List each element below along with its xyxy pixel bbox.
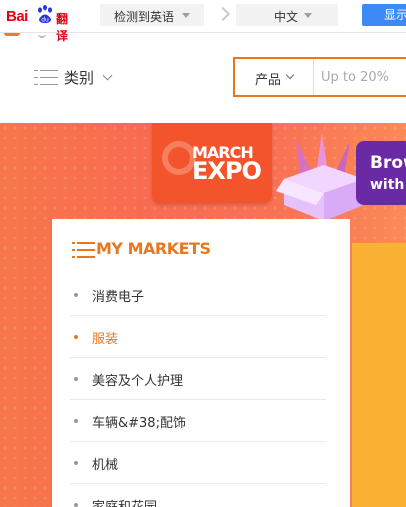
logo-du-text: du: [41, 17, 49, 24]
search-bar: 产品: [233, 57, 406, 97]
market-item-label: 机械: [92, 458, 119, 473]
source-language-select[interactable]: 检测到英语: [100, 4, 204, 26]
market-item-label: 车辆&#38;配饰: [92, 416, 186, 431]
market-item-consumer-electronics[interactable]: 消费电子: [70, 274, 326, 316]
market-item-machinery[interactable]: 机械: [70, 442, 326, 484]
search-divider: [313, 59, 314, 95]
market-item-label: 消费电子: [92, 290, 145, 305]
menu-icon: [34, 70, 58, 86]
bullet-icon: [74, 377, 78, 381]
baidu-paw-icon: du: [38, 5, 52, 24]
caret-down-icon: [182, 13, 190, 18]
bullet-icon: [74, 419, 78, 423]
market-item-label: 服装: [92, 332, 119, 347]
caret-down-icon: [304, 13, 312, 18]
expo-line2: EXPO: [192, 157, 262, 185]
my-markets-panel: MY MARKETS 消费电子 服装 美容及个人护理 车辆&#38;配饰 机械: [52, 219, 350, 507]
bullet-icon: [74, 503, 78, 507]
bullet-icon: [74, 461, 78, 465]
market-item-label: 家庭和花园: [92, 496, 157, 507]
swap-arrow-icon[interactable]: [215, 6, 231, 22]
chevron-down-icon: [102, 70, 113, 81]
my-markets-title: MY MARKETS: [96, 239, 211, 258]
search-type-select[interactable]: 产品: [255, 69, 281, 88]
hero-banner[interactable]: MARCH EXPO Brow with MY MARKETS 消费电子: [0, 123, 406, 507]
side-promo-strip[interactable]: [352, 243, 406, 507]
market-item-home-garden[interactable]: 家庭和花园: [70, 484, 326, 507]
market-item-apparel[interactable]: 服装: [70, 316, 326, 358]
market-item-label: 美容及个人护理: [92, 374, 184, 389]
show-original-button[interactable]: 显示: [362, 4, 406, 26]
logo-fanyi-text: 翻译: [56, 12, 69, 43]
header-accent-mark: [4, 33, 20, 36]
bullet-icon: [74, 335, 78, 339]
list-icon: [72, 242, 98, 258]
market-item-vehicles[interactable]: 车辆&#38;配饰: [70, 400, 326, 442]
market-item-beauty[interactable]: 美容及个人护理: [70, 358, 326, 400]
source-language-label: 检测到英语: [114, 10, 175, 24]
promo-line2: with: [370, 177, 405, 193]
search-input[interactable]: [321, 67, 406, 87]
market-list: 消费电子 服装 美容及个人护理 车辆&#38;配饰 机械 家庭和花园: [70, 274, 326, 507]
target-language-select[interactable]: 中文: [236, 4, 338, 26]
promo-card[interactable]: Brow with: [356, 141, 406, 205]
target-language-label: 中文: [274, 10, 299, 24]
march-expo-badge[interactable]: MARCH EXPO: [152, 123, 272, 203]
translate-toolbar: Bai du 翻译 检测到英语 中文 显示: [0, 0, 406, 43]
bullet-icon: [74, 293, 78, 297]
header-gray-mark: [38, 33, 46, 38]
promo-line1: Brow: [370, 153, 406, 173]
category-label: 类别: [64, 69, 95, 87]
expo-ring-decoration: [162, 141, 196, 175]
chevron-down-icon: [285, 70, 295, 80]
logo-bai-text: Bai: [6, 8, 28, 25]
site-header: 类别 产品: [0, 33, 406, 123]
